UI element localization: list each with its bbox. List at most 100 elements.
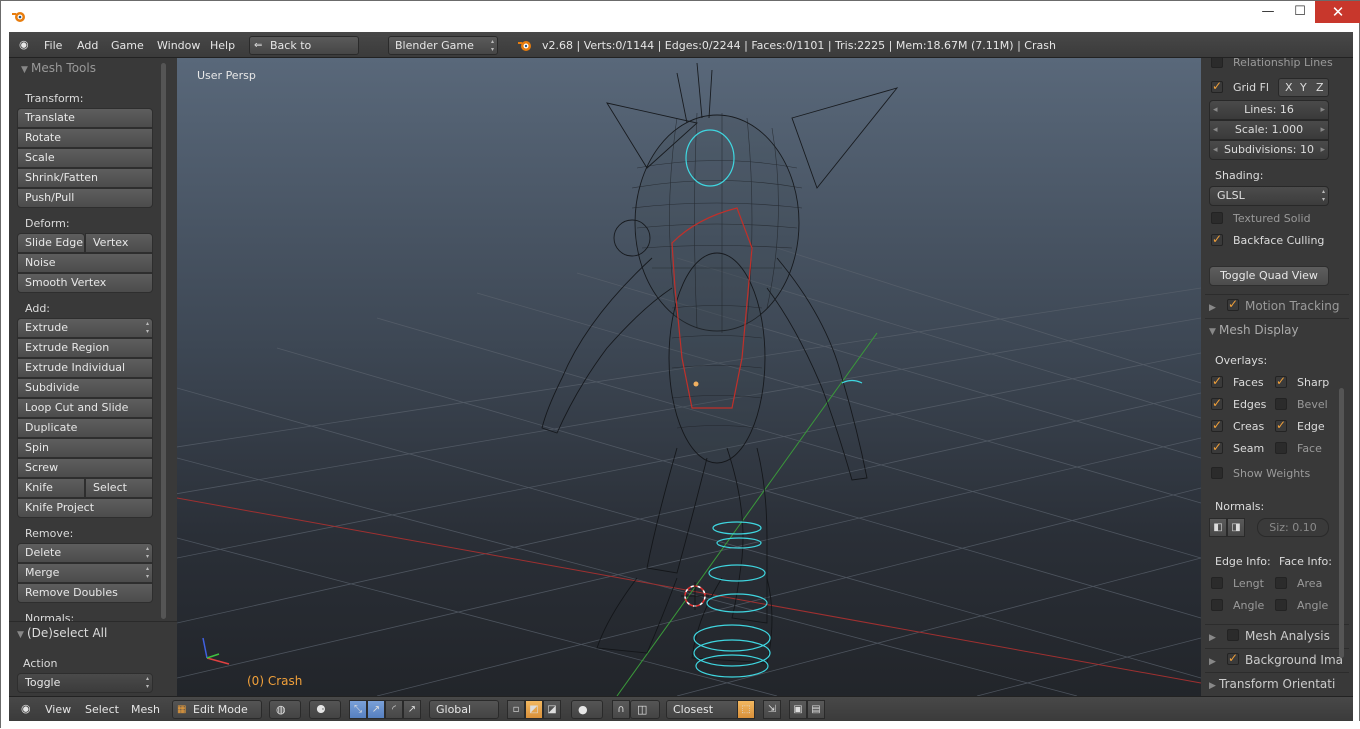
proportional-edit-icon: ●: [578, 703, 588, 716]
menu-add[interactable]: Add: [77, 39, 98, 52]
extrude-region-button[interactable]: Extrude Region: [17, 338, 153, 358]
delete-menu-button[interactable]: Delete: [17, 543, 153, 563]
push-pull-button[interactable]: Push/Pull: [17, 188, 153, 208]
axis-z-toggle[interactable]: Z: [1316, 81, 1324, 94]
face-angle-checkbox[interactable]: [1275, 599, 1287, 611]
show-weights-checkbox[interactable]: [1211, 467, 1223, 479]
transform-orientations-panel-header[interactable]: ▶ Transform Orientati: [1205, 672, 1349, 694]
menu-window[interactable]: Window: [157, 39, 200, 52]
slide-vertex-button[interactable]: Vertex: [85, 233, 153, 253]
grid-subdivisions-field[interactable]: Subdivisions: 10: [1209, 140, 1329, 160]
menu-file[interactable]: File: [44, 39, 62, 52]
slide-edge-button[interactable]: Slide Edge: [17, 233, 85, 253]
mesh-tools-header[interactable]: ▼ Mesh Tools: [21, 61, 96, 75]
face-normals-toggle-icon[interactable]: ◨: [1227, 518, 1245, 537]
motion-tracking-checkbox[interactable]: [1227, 297, 1239, 311]
vertex-normals-toggle-icon[interactable]: ◧: [1209, 518, 1227, 537]
edge-select-mode-icon[interactable]: ◩: [525, 700, 543, 719]
screw-button[interactable]: Screw: [17, 458, 153, 478]
toolshelf-scrollbar[interactable]: [161, 63, 166, 619]
axis-gizmo-icon: [202, 637, 230, 665]
vertex-select-mode-icon[interactable]: ▫: [507, 700, 525, 719]
render-engine-select[interactable]: Blender Game ▴ ▾: [388, 36, 498, 55]
relationship-lines-checkbox[interactable]: [1211, 58, 1223, 68]
close-button[interactable]: ✕: [1315, 1, 1360, 23]
axis-y-toggle[interactable]: Y: [1300, 81, 1307, 94]
bevel-checkbox[interactable]: [1275, 398, 1287, 410]
edges-label: Edges: [1233, 398, 1267, 411]
shading-select[interactable]: GLSL: [1209, 186, 1329, 206]
snap-element-select[interactable]: ◫: [630, 700, 660, 719]
snap-toggle-icon[interactable]: ∩: [612, 700, 630, 719]
snap-target-select[interactable]: Closest: [666, 700, 741, 719]
mesh-display-panel-header[interactable]: ▼ Mesh Display: [1205, 318, 1349, 340]
menu-select[interactable]: Select: [85, 703, 119, 716]
shrink-fatten-button[interactable]: Shrink/Fatten: [17, 168, 153, 188]
noise-button[interactable]: Noise: [17, 253, 153, 273]
deform-section-title: Deform:: [25, 217, 70, 230]
backface-culling-checkbox[interactable]: [1211, 232, 1223, 246]
viewport-shading-select[interactable]: ◍: [269, 700, 301, 719]
menu-mesh[interactable]: Mesh: [131, 703, 160, 716]
creases-checkbox[interactable]: [1211, 418, 1223, 432]
minimize-button[interactable]: —: [1251, 1, 1285, 23]
grid-lines-field[interactable]: Lines: 16: [1209, 100, 1329, 120]
face-select-mode-icon[interactable]: ◪: [543, 700, 561, 719]
render-animation-icon[interactable]: ▤: [807, 700, 825, 719]
background-images-checkbox[interactable]: [1227, 651, 1239, 665]
scale-manipulator-icon[interactable]: ↗: [403, 700, 421, 719]
mesh-analysis-checkbox[interactable]: [1227, 629, 1239, 641]
face-area-checkbox[interactable]: [1275, 577, 1287, 589]
grid-scale-field[interactable]: Scale: 1.000: [1209, 120, 1329, 140]
proportional-edit-select[interactable]: ●: [571, 700, 603, 719]
menu-game[interactable]: Game: [111, 39, 144, 52]
knife-select-button[interactable]: Select: [85, 478, 153, 498]
3d-viewport[interactable]: User Persp (0) Crash: [177, 58, 1201, 696]
edges-checkbox[interactable]: [1211, 396, 1223, 410]
translate-button[interactable]: Translate: [17, 108, 153, 128]
loop-cut-button[interactable]: Loop Cut and Slide: [17, 398, 153, 418]
seams-checkbox[interactable]: [1211, 440, 1223, 454]
textured-solid-checkbox[interactable]: [1211, 212, 1223, 224]
freestyle-edge-checkbox[interactable]: [1275, 418, 1287, 432]
smooth-vertex-button[interactable]: Smooth Vertex: [17, 273, 153, 293]
sharp-checkbox[interactable]: [1275, 374, 1287, 388]
rotate-manipulator-icon[interactable]: ◜: [385, 700, 403, 719]
render-opengl-icon[interactable]: ⇲: [763, 700, 781, 719]
spin-button[interactable]: Spin: [17, 438, 153, 458]
freestyle-face-checkbox[interactable]: [1275, 442, 1287, 454]
normal-size-field[interactable]: Siz: 0.10: [1257, 518, 1329, 537]
editor-type-icon[interactable]: ◉: [21, 702, 31, 715]
edge-length-checkbox[interactable]: [1211, 577, 1223, 589]
mode-select[interactable]: ▦ Edit Mode: [172, 700, 262, 719]
properties-scrollbar[interactable]: [1339, 388, 1344, 658]
subdivide-button[interactable]: Subdivide: [17, 378, 153, 398]
rotate-button[interactable]: Rotate: [17, 128, 153, 148]
grid-floor-checkbox[interactable]: [1211, 79, 1223, 93]
action-select[interactable]: Toggle: [17, 673, 153, 693]
occlude-geometry-icon[interactable]: ⬚: [737, 700, 755, 719]
edge-angle-checkbox[interactable]: [1211, 599, 1223, 611]
back-to-previous-button[interactable]: ⇐ Back to Previous: [249, 36, 359, 69]
scale-button[interactable]: Scale: [17, 148, 153, 168]
deselect-all-header[interactable]: ▼ (De)select All: [17, 626, 107, 640]
merge-menu-button[interactable]: Merge: [17, 563, 153, 583]
toggle-quad-view-button[interactable]: Toggle Quad View: [1209, 266, 1329, 286]
render-still-icon[interactable]: ▣: [789, 700, 807, 719]
remove-doubles-button[interactable]: Remove Doubles: [17, 583, 153, 603]
extrude-menu-button[interactable]: Extrude: [17, 318, 153, 338]
extrude-individual-button[interactable]: Extrude Individual: [17, 358, 153, 378]
menu-view[interactable]: View: [45, 703, 71, 716]
translate-manipulator-icon[interactable]: ↗: [367, 700, 385, 719]
manipulator-toggle-icon[interactable]: ⤡: [349, 700, 367, 719]
axis-x-toggle[interactable]: X: [1285, 81, 1293, 94]
faces-checkbox[interactable]: [1211, 374, 1223, 388]
pivot-point-select[interactable]: ⚈: [309, 700, 341, 719]
maximize-button[interactable]: ☐: [1285, 1, 1315, 23]
knife-button[interactable]: Knife: [17, 478, 85, 498]
transform-orientation-select[interactable]: Global: [429, 700, 499, 719]
duplicate-button[interactable]: Duplicate: [17, 418, 153, 438]
menu-help[interactable]: Help: [210, 39, 235, 52]
knife-project-button[interactable]: Knife Project: [17, 498, 153, 518]
editor-type-icon[interactable]: ◉: [19, 38, 29, 51]
